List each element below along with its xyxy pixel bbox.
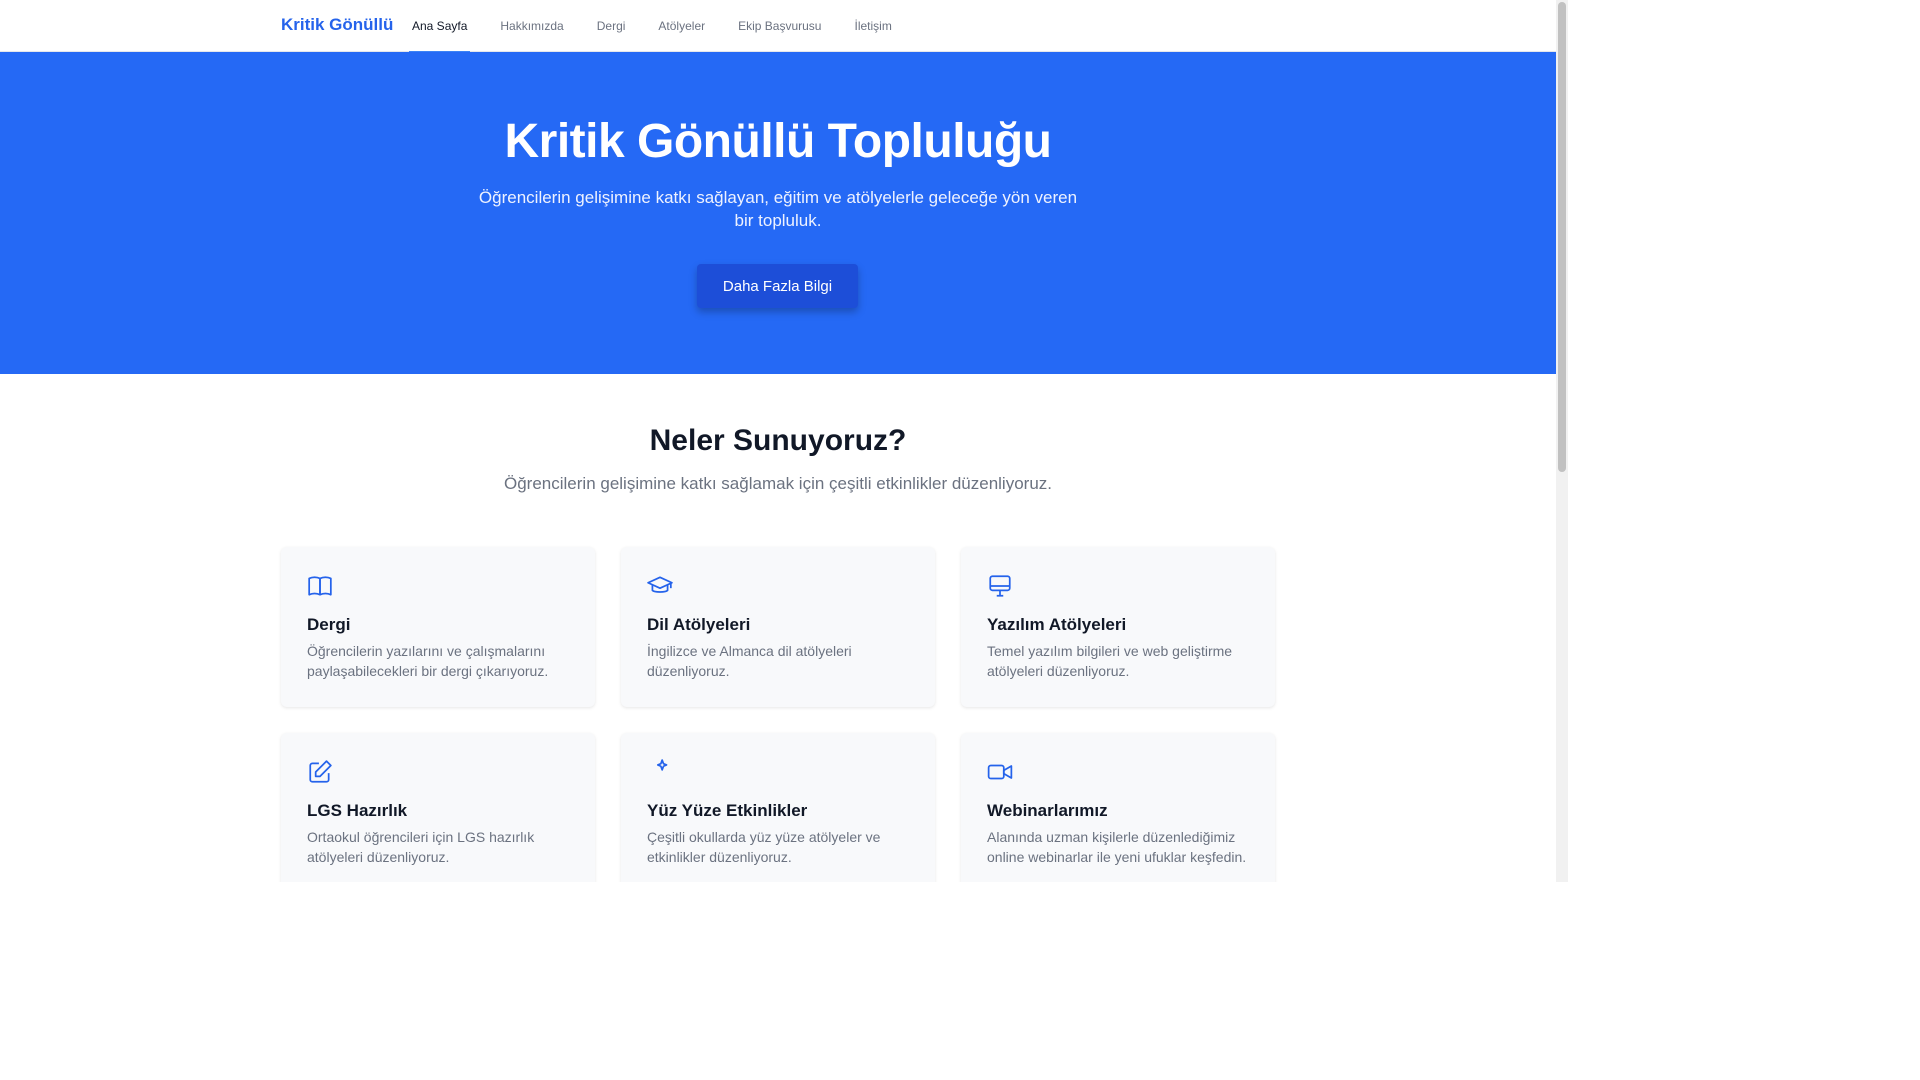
monitor-icon xyxy=(987,573,1013,599)
navbar: Kritik Gönüllü Ana Sayfa Hakkımızda Derg… xyxy=(0,0,1556,53)
card-description: Ortaokul öğrencileri için LGS hazırlık a… xyxy=(307,829,535,865)
nav-item-dergi[interactable]: Dergi xyxy=(594,0,629,52)
service-card-webinarlarimiz[interactable]: Webinarlarımız Alanında uzman kişilerle … xyxy=(961,733,1275,882)
card-title: Dergi xyxy=(307,615,351,634)
service-card-dil-atolyeleri[interactable]: Dil Atölyeleri İngilizce ve Almanca dil … xyxy=(621,547,935,707)
page: Kritik Gönüllü Ana Sayfa Hakkımızda Derg… xyxy=(0,0,1556,882)
nav-item-iletisim[interactable]: İletişim xyxy=(851,0,894,52)
graduation-cap-icon xyxy=(647,573,673,599)
service-card-lgs-hazirlik[interactable]: LGS Hazırlık Ortaokul öğrencileri için L… xyxy=(281,733,595,882)
vertical-scrollbar[interactable] xyxy=(1556,0,1568,882)
book-open-icon xyxy=(307,573,333,599)
card-title: Yüz Yüze Etkinlikler xyxy=(647,801,808,820)
card-description: Öğrencilerin yazılarını ve çalışmalarını… xyxy=(307,643,549,679)
nav-item-ekip-basvurusu[interactable]: Ekip Başvurusu xyxy=(735,0,824,52)
scrollbar-thumb[interactable] xyxy=(1558,2,1566,472)
learn-more-button[interactable]: Daha Fazla Bilgi xyxy=(697,264,858,308)
services-subtitle: Öğrencilerin gelişimine katkı sağlamak i… xyxy=(504,474,1052,493)
card-title: Yazılım Atölyeleri xyxy=(987,615,1127,634)
card-description: İngilizce ve Almanca dil atölyeleri düze… xyxy=(647,643,852,679)
service-card-dergi[interactable]: Dergi Öğrencilerin yazılarını ve çalışma… xyxy=(281,547,595,707)
hero-subtitle: Öğrencilerin gelişimine katkı sağlayan, … xyxy=(478,188,1078,230)
brand-logo[interactable]: Kritik Gönüllü xyxy=(281,15,393,35)
card-title: Webinarlarımız xyxy=(987,801,1108,820)
service-card-yuz-yuze-etkinlikler[interactable]: Yüz Yüze Etkinlikler Çeşitli okullarda y… xyxy=(621,733,935,882)
services-title: Neler Sunuyoruz? xyxy=(649,424,907,457)
card-title: Dil Atölyeleri xyxy=(647,615,751,634)
card-description: Temel yazılım bilgileri ve web geliştirm… xyxy=(987,643,1233,679)
pencil-square-icon xyxy=(307,759,333,785)
video-camera-icon xyxy=(987,759,1013,785)
nav-item-ana-sayfa[interactable]: Ana Sayfa xyxy=(409,0,471,53)
hero-section: Kritik Gönüllü Topluluğu Öğrencilerin ge… xyxy=(0,52,1556,374)
service-card-yazilim-atolyeleri[interactable]: Yazılım Atölyeleri Temel yazılım bilgile… xyxy=(961,547,1275,707)
nav-menu: Ana Sayfa Hakkımızda Dergi Atölyeler Eki… xyxy=(409,0,922,53)
card-description: Çeşitli okullarda yüz yüze atölyeler ve … xyxy=(647,829,881,865)
hero-title: Kritik Gönüllü Topluluğu xyxy=(504,115,1052,168)
sparkle-icon xyxy=(647,759,673,785)
nav-item-hakkimizda[interactable]: Hakkımızda xyxy=(497,0,566,52)
nav-item-atolyeler[interactable]: Atölyeler xyxy=(655,0,708,52)
card-description: Alanında uzman kişilerle düzenlediğimiz … xyxy=(987,829,1247,865)
card-title: LGS Hazırlık xyxy=(307,801,408,820)
